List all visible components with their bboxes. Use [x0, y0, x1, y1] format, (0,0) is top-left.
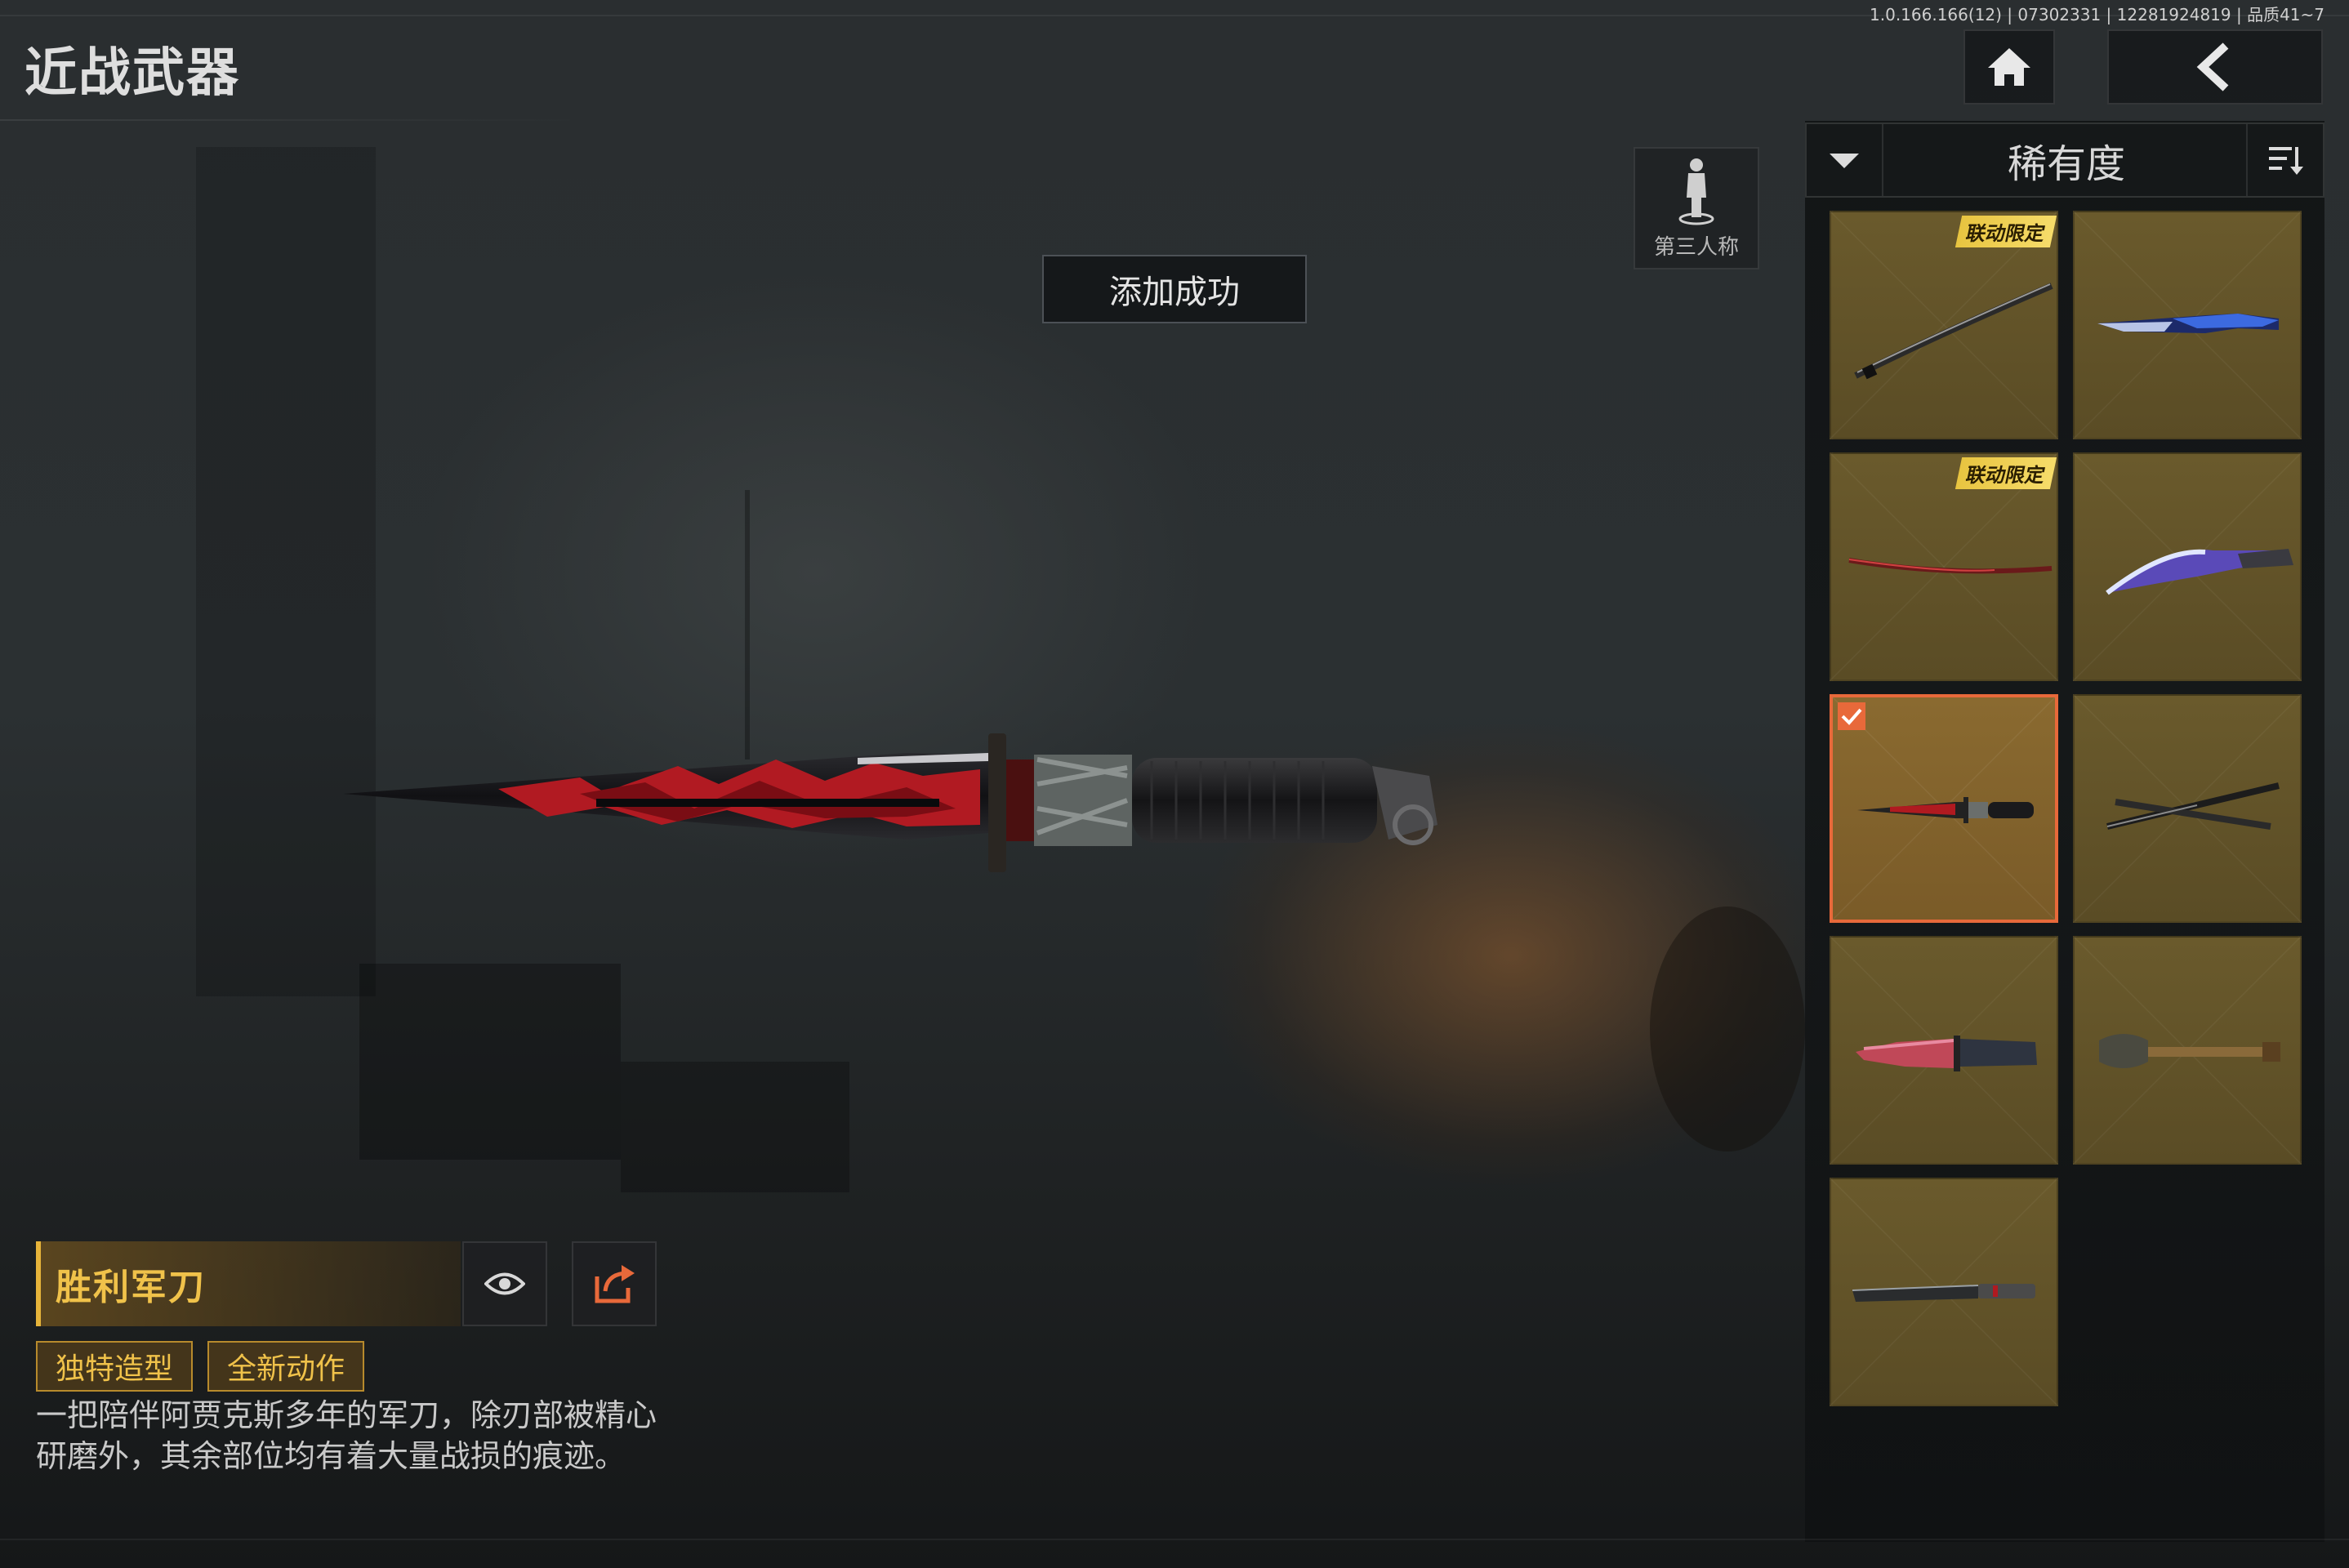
chevron-left-icon: [2196, 42, 2229, 91]
chevron-down-icon: [1830, 154, 1859, 168]
weapon-tile[interactable]: [1830, 936, 2058, 1165]
combat-knife-icon: [1857, 797, 2034, 823]
weapon-tile[interactable]: [2073, 211, 2302, 439]
home-icon: [1988, 48, 2030, 86]
weapon-description: 一把陪伴阿贾克斯多年的军刀，除刃部被精心研磨外，其余部位均有着大量战损的痕迹。: [36, 1397, 657, 1474]
home-button[interactable]: [1963, 29, 2055, 105]
crossed-blades-icon: [2106, 782, 2280, 830]
background-crate: [621, 1062, 849, 1192]
weapon-name-bar: 胜利军刀: [36, 1241, 461, 1326]
background-tire: [1650, 906, 1805, 1152]
sort-dropdown-button[interactable]: [1807, 124, 1883, 196]
version-info: 1.0.166.166(12) | 07302331 | 12281924819…: [1870, 5, 2324, 24]
feature-tag: 独特造型: [36, 1341, 194, 1392]
sort-bar: 稀有度: [1805, 122, 2324, 198]
third-person-label: 第三人称: [1653, 234, 1739, 260]
third-person-toggle[interactable]: 第三人称: [1634, 147, 1759, 270]
serrated-knife-icon: [1856, 1036, 2037, 1071]
back-button[interactable]: [2107, 29, 2323, 105]
bottom-divider: [0, 1539, 2349, 1540]
kukri-icon: [2106, 549, 2293, 595]
shovel-icon: [2099, 1034, 2280, 1068]
sort-order-button[interactable]: [2246, 124, 2323, 196]
sort-label[interactable]: 稀有度: [1883, 124, 2249, 196]
weapon-tile-selected[interactable]: [1830, 694, 2058, 923]
toast-message: 添加成功: [1042, 255, 1307, 323]
background-crate: [359, 964, 621, 1160]
machete-icon: [1852, 1284, 2035, 1302]
weapon-tile[interactable]: 联动限定: [1830, 452, 2058, 681]
feature-tag: 全新动作: [207, 1341, 365, 1392]
weapon-tile[interactable]: [2073, 452, 2302, 681]
preview-button[interactable]: [462, 1241, 547, 1326]
share-button[interactable]: [572, 1241, 657, 1326]
eye-icon: [484, 1272, 525, 1295]
selected-check-icon: [1838, 702, 1865, 730]
weapon-preview[interactable]: [335, 702, 1462, 898]
combat-knife-image: [343, 733, 1437, 872]
collab-badge: 联动限定: [1955, 216, 2057, 247]
blue-machete-icon: [2097, 314, 2279, 333]
weapon-tile[interactable]: [1830, 1178, 2058, 1406]
title-underline: [0, 119, 588, 121]
weapon-tile[interactable]: [2073, 694, 2302, 923]
person-icon: [1678, 158, 1714, 225]
collab-badge: 联动限定: [1955, 457, 2057, 489]
sort-order-icon: [2269, 147, 2303, 175]
share-icon: [595, 1265, 635, 1303]
page-title: 近战武器: [25, 43, 240, 104]
weapon-tile[interactable]: 联动限定: [1830, 211, 2058, 439]
weapon-tile[interactable]: [2073, 936, 2302, 1165]
weapon-name: 胜利军刀: [56, 1267, 206, 1308]
